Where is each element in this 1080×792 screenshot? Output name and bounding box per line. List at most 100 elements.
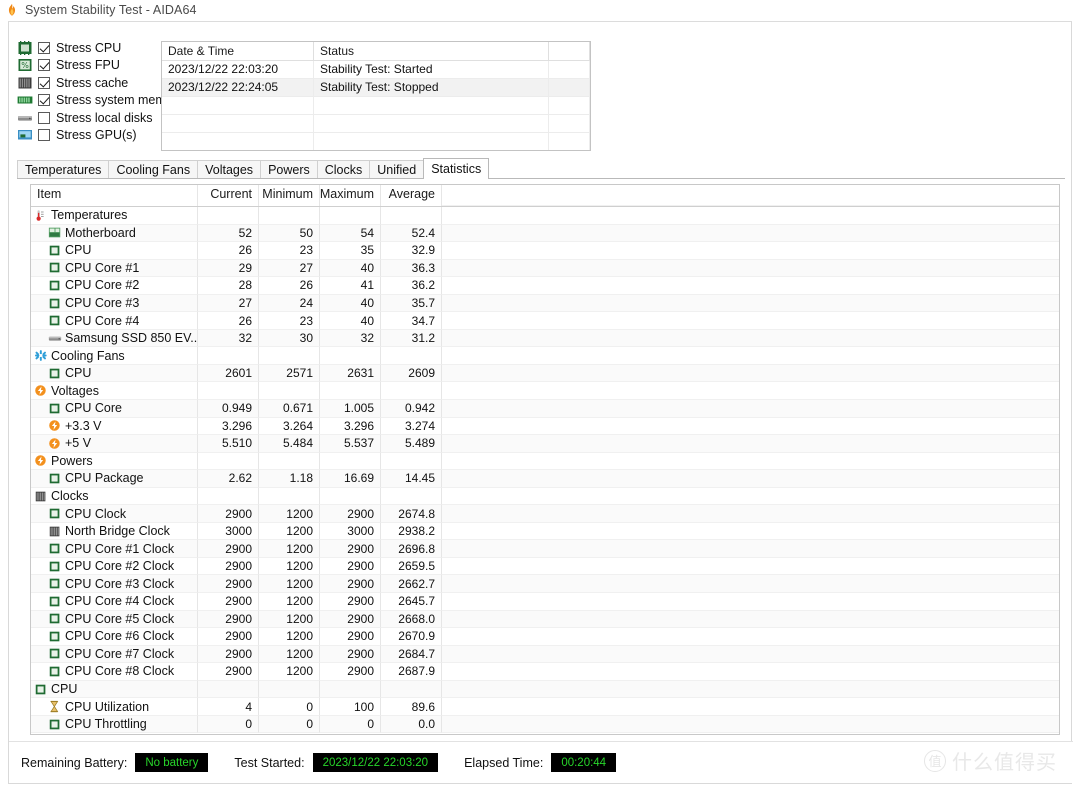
stress-option-stress-system-memory[interactable]: Stress system memory — [17, 92, 183, 110]
statistics-row[interactable]: Motherboard 52 50 54 52.4 — [31, 224, 1059, 243]
statistics-row[interactable]: CPU Core #4 Clock 2900 1200 2900 2645.7 — [31, 593, 1059, 611]
cpu-chip-icon — [49, 578, 60, 589]
stress-fpu-checkbox[interactable] — [38, 59, 50, 72]
statistics-row[interactable]: North Bridge Clock 3000 1200 3000 2938.2 — [31, 522, 1059, 541]
stat-current: 2900 — [198, 663, 259, 681]
tab-voltages[interactable]: Voltages — [197, 160, 262, 179]
statistics-header-row: Item Current Minimum Maximum Average — [31, 185, 1059, 207]
stat-item-cell: CPU Core #1 Clock — [31, 540, 198, 558]
statistics-group-row[interactable]: Temperatures — [31, 207, 1059, 225]
stat-filler — [442, 505, 1059, 523]
stat-average: 52.4 — [381, 224, 442, 243]
stress-cache-checkbox[interactable] — [38, 76, 50, 89]
stat-current — [198, 347, 259, 365]
stat-current: 0 — [198, 715, 259, 734]
stat-item-label: CPU Package — [65, 471, 144, 486]
stat-maximum: 100 — [320, 698, 381, 716]
stress-option-label: Stress cache — [56, 75, 129, 90]
tab-statistics[interactable]: Statistics — [423, 158, 490, 179]
stress-option-stress-gpus[interactable]: Stress GPU(s) — [17, 127, 167, 145]
log-row-empty[interactable] — [162, 115, 590, 133]
statistics-row[interactable]: CPU Core #3 Clock 2900 1200 2900 2662.7 — [31, 575, 1059, 594]
tab-powers[interactable]: Powers — [260, 160, 318, 179]
statistics-row[interactable]: CPU Core #4 26 23 40 34.7 — [31, 312, 1059, 330]
gpu-monitor-icon — [18, 130, 32, 140]
stat-minimum: 26 — [259, 277, 320, 295]
stat-minimum: 1.18 — [259, 470, 320, 488]
stat-column-minimum[interactable]: Minimum — [259, 185, 320, 206]
statistics-row[interactable]: CPU Core #6 Clock 2900 1200 2900 2670.9 — [31, 628, 1059, 646]
stat-maximum — [320, 207, 381, 225]
stat-column-current[interactable]: Current — [198, 185, 259, 206]
stress-system-memory-checkbox[interactable] — [38, 94, 50, 107]
log-row-empty[interactable] — [162, 97, 590, 115]
statistics-row[interactable]: +3.3 V 3.296 3.264 3.296 3.274 — [31, 417, 1059, 436]
statistics-group-row[interactable]: Cooling Fans — [31, 347, 1059, 365]
tab-unified[interactable]: Unified — [369, 160, 425, 179]
tab-temperatures[interactable]: Temperatures — [17, 160, 110, 179]
stat-column-item[interactable]: Item — [31, 185, 198, 206]
statistics-row[interactable]: CPU Core #8 Clock 2900 1200 2900 2687.9 — [31, 663, 1059, 681]
statistics-row[interactable]: CPU Core #5 Clock 2900 1200 2900 2668.0 — [31, 610, 1059, 629]
log-column-extra[interactable] — [549, 42, 590, 60]
stat-column-maximum[interactable]: Maximum — [320, 185, 381, 206]
statistics-group-row[interactable]: Voltages — [31, 382, 1059, 401]
statistics-group-row[interactable]: Clocks — [31, 487, 1059, 506]
stress-local-disks-checkbox[interactable] — [38, 111, 50, 124]
statistics-group-row[interactable]: Powers — [31, 452, 1059, 471]
stress-gpus-checkbox[interactable] — [38, 129, 50, 142]
stat-average: 2668.0 — [381, 610, 442, 629]
stat-average: 2662.7 — [381, 575, 442, 594]
statistics-row[interactable]: CPU 26 23 35 32.9 — [31, 242, 1059, 260]
statistics-group-row[interactable]: CPU — [31, 680, 1059, 699]
stat-minimum — [259, 382, 320, 401]
stress-option-stress-fpu[interactable]: % Stress FPU — [17, 57, 167, 75]
disk-drive-icon — [48, 336, 62, 341]
statistics-row[interactable]: CPU Core #7 Clock 2900 1200 2900 2684.7 — [31, 645, 1059, 664]
stat-minimum: 1200 — [259, 593, 320, 611]
stat-maximum — [320, 347, 381, 365]
bolt-icon — [35, 455, 46, 467]
stat-item-cell: CPU Utilization — [31, 698, 198, 716]
statistics-row[interactable]: CPU Core #1 Clock 2900 1200 2900 2696.8 — [31, 540, 1059, 558]
stat-item-label: Clocks — [51, 489, 89, 504]
log-row-empty[interactable] — [162, 133, 590, 150]
statistics-row[interactable]: +5 V 5.510 5.484 5.537 5.489 — [31, 435, 1059, 453]
stress-option-stress-local-disks[interactable]: Stress local disks — [17, 109, 167, 127]
stress-option-stress-cache[interactable]: Stress cache — [17, 74, 167, 92]
stat-filler — [442, 418, 1059, 436]
tab-bar: Temperatures Cooling Fans Voltages Powers Cl… — [17, 158, 1071, 179]
log-row[interactable]: 2023/12/22 22:24:05 Stability Test: Stop… — [162, 79, 590, 97]
stress-option-label: Stress local disks — [56, 110, 153, 125]
stress-option-stress-cpu[interactable]: Stress CPU — [17, 39, 167, 57]
statistics-row[interactable]: CPU Core 0.949 0.671 1.005 0.942 — [31, 400, 1059, 418]
stat-average — [381, 207, 442, 225]
statistics-row[interactable]: CPU Throttling 0 0 0 0.0 — [31, 715, 1059, 734]
log-column-status[interactable]: Status — [314, 42, 549, 60]
statistics-row[interactable]: CPU Clock 2900 1200 2900 2674.8 — [31, 505, 1059, 523]
event-log-grid[interactable]: Date & Time Status 2023/12/22 22:03:20 S… — [161, 41, 591, 151]
statistics-row[interactable]: CPU Core #1 29 27 40 36.3 — [31, 259, 1059, 278]
stat-column-average[interactable]: Average — [381, 185, 442, 206]
stat-filler — [442, 470, 1059, 488]
statistics-row[interactable]: CPU Package 2.62 1.18 16.69 14.45 — [31, 470, 1059, 488]
tab-cooling-fans[interactable]: Cooling Fans — [108, 160, 199, 179]
stat-maximum: 0 — [320, 715, 381, 734]
statistics-row[interactable]: CPU Core #2 28 26 41 36.2 — [31, 277, 1059, 295]
statistics-row[interactable]: CPU Core #3 27 24 40 35.7 — [31, 294, 1059, 313]
cache-module-icon — [35, 491, 46, 501]
stat-item-cell: Cooling Fans — [31, 347, 198, 365]
stat-item-label: CPU Core #4 Clock — [65, 594, 175, 609]
statistics-row[interactable]: CPU Utilization 4 0 100 89.6 — [31, 698, 1059, 716]
stat-minimum — [259, 347, 320, 365]
tab-clocks[interactable]: Clocks — [316, 160, 371, 179]
stat-filler — [442, 330, 1059, 348]
statistics-row[interactable]: CPU 2601 2571 2631 2609 — [31, 364, 1059, 383]
cpu-chip-icon — [49, 508, 60, 519]
log-column-datetime[interactable]: Date & Time — [162, 42, 314, 60]
statistics-table[interactable]: Item Current Minimum Maximum Average Temperat… — [30, 184, 1060, 735]
stress-cpu-checkbox[interactable] — [38, 41, 50, 54]
statistics-row[interactable]: Samsung SSD 850 EV... 32 30 32 31.2 — [31, 329, 1059, 348]
log-row[interactable]: 2023/12/22 22:03:20 Stability Test: Star… — [162, 61, 590, 79]
statistics-row[interactable]: CPU Core #2 Clock 2900 1200 2900 2659.5 — [31, 557, 1059, 576]
